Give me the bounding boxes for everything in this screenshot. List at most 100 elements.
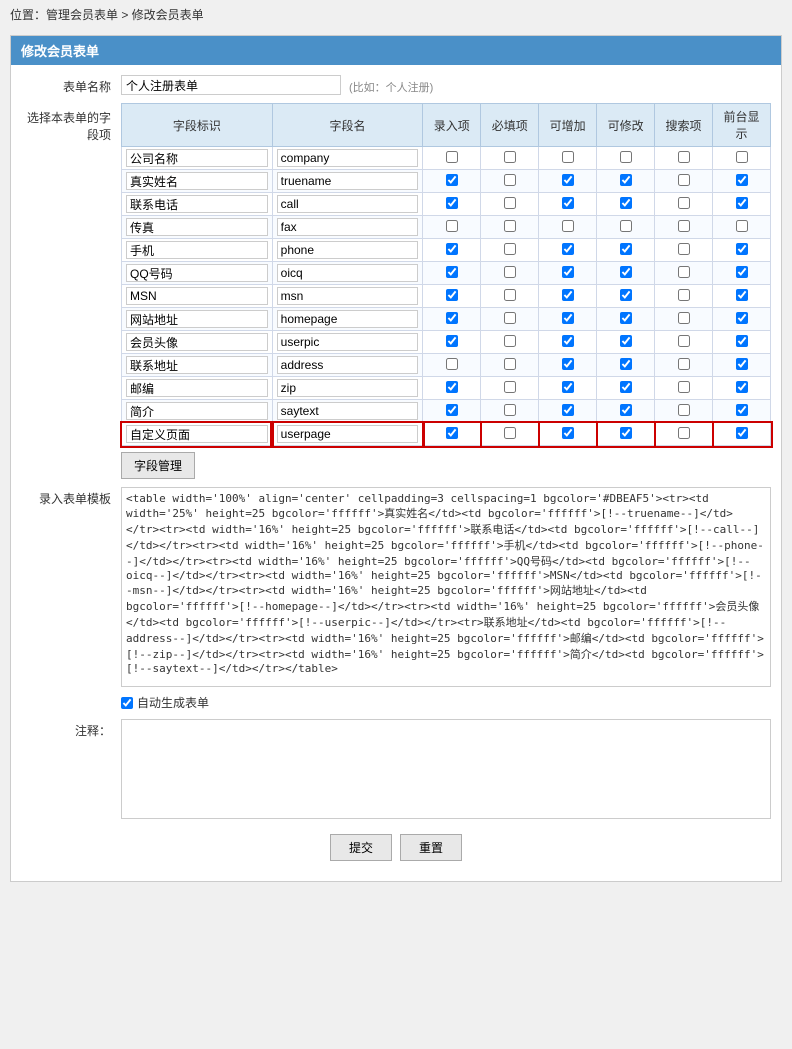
checkbox-input[interactable]	[446, 174, 458, 186]
field-label-input[interactable]	[126, 241, 268, 259]
field-name-input[interactable]	[277, 287, 419, 305]
checkbox-edit[interactable]	[620, 312, 632, 324]
checkbox-front[interactable]	[736, 197, 748, 209]
checkbox-add[interactable]	[562, 381, 574, 393]
checkbox-required[interactable]	[504, 151, 516, 163]
checkbox-input[interactable]	[446, 289, 458, 301]
field-name-input[interactable]	[277, 149, 419, 167]
checkbox-required[interactable]	[504, 197, 516, 209]
checkbox-input[interactable]	[446, 243, 458, 255]
checkbox-required[interactable]	[504, 312, 516, 324]
checkbox-input[interactable]	[446, 381, 458, 393]
checkbox-add[interactable]	[562, 312, 574, 324]
checkbox-front[interactable]	[736, 358, 748, 370]
checkbox-add[interactable]	[562, 151, 574, 163]
reset-button[interactable]: 重置	[400, 834, 462, 861]
field-name-input[interactable]	[277, 425, 419, 443]
field-name-input[interactable]	[277, 333, 419, 351]
checkbox-edit[interactable]	[620, 335, 632, 347]
checkbox-edit[interactable]	[620, 381, 632, 393]
field-label-input[interactable]	[126, 310, 268, 328]
checkbox-required[interactable]	[504, 335, 516, 347]
checkbox-front[interactable]	[736, 289, 748, 301]
checkbox-edit[interactable]	[620, 266, 632, 278]
checkbox-front[interactable]	[736, 335, 748, 347]
checkbox-input[interactable]	[446, 312, 458, 324]
checkbox-add[interactable]	[562, 197, 574, 209]
checkbox-front[interactable]	[736, 174, 748, 186]
manage-fields-button[interactable]: 字段管理	[121, 452, 195, 479]
checkbox-search[interactable]	[678, 151, 690, 163]
checkbox-add[interactable]	[562, 335, 574, 347]
checkbox-front[interactable]	[736, 312, 748, 324]
checkbox-front[interactable]	[736, 404, 748, 416]
checkbox-front[interactable]	[736, 151, 748, 163]
field-label-input[interactable]	[126, 402, 268, 420]
field-name-input[interactable]	[277, 379, 419, 397]
checkbox-search[interactable]	[678, 197, 690, 209]
field-name-input[interactable]	[277, 264, 419, 282]
field-label-input[interactable]	[126, 287, 268, 305]
checkbox-add[interactable]	[562, 220, 574, 232]
checkbox-edit[interactable]	[620, 197, 632, 209]
checkbox-search[interactable]	[678, 312, 690, 324]
checkbox-search[interactable]	[678, 381, 690, 393]
checkbox-add[interactable]	[562, 404, 574, 416]
form-name-input[interactable]	[121, 75, 341, 95]
field-label-input[interactable]	[126, 264, 268, 282]
checkbox-front[interactable]	[736, 381, 748, 393]
field-label-input[interactable]	[126, 195, 268, 213]
checkbox-required[interactable]	[504, 427, 516, 439]
submit-button[interactable]: 提交	[330, 834, 392, 861]
checkbox-front[interactable]	[736, 427, 748, 439]
template-textarea[interactable]	[121, 487, 771, 687]
checkbox-search[interactable]	[678, 427, 690, 439]
field-name-input[interactable]	[277, 402, 419, 420]
checkbox-add[interactable]	[562, 266, 574, 278]
checkbox-input[interactable]	[446, 335, 458, 347]
checkbox-required[interactable]	[504, 243, 516, 255]
checkbox-search[interactable]	[678, 335, 690, 347]
checkbox-edit[interactable]	[620, 358, 632, 370]
checkbox-input[interactable]	[446, 404, 458, 416]
checkbox-input[interactable]	[446, 427, 458, 439]
checkbox-edit[interactable]	[620, 151, 632, 163]
checkbox-input[interactable]	[446, 197, 458, 209]
checkbox-edit[interactable]	[620, 174, 632, 186]
checkbox-required[interactable]	[504, 174, 516, 186]
checkbox-add[interactable]	[562, 289, 574, 301]
note-textarea[interactable]	[121, 719, 771, 819]
checkbox-search[interactable]	[678, 404, 690, 416]
checkbox-add[interactable]	[562, 427, 574, 439]
auto-generate-checkbox[interactable]	[121, 697, 133, 709]
field-label-input[interactable]	[126, 379, 268, 397]
field-name-input[interactable]	[277, 356, 419, 374]
checkbox-required[interactable]	[504, 266, 516, 278]
checkbox-add[interactable]	[562, 243, 574, 255]
checkbox-required[interactable]	[504, 358, 516, 370]
checkbox-edit[interactable]	[620, 427, 632, 439]
checkbox-search[interactable]	[678, 243, 690, 255]
field-name-input[interactable]	[277, 218, 419, 236]
checkbox-required[interactable]	[504, 220, 516, 232]
checkbox-add[interactable]	[562, 358, 574, 370]
checkbox-input[interactable]	[446, 266, 458, 278]
checkbox-edit[interactable]	[620, 289, 632, 301]
field-name-input[interactable]	[277, 241, 419, 259]
checkbox-input[interactable]	[446, 151, 458, 163]
checkbox-input[interactable]	[446, 358, 458, 370]
checkbox-front[interactable]	[736, 266, 748, 278]
field-label-input[interactable]	[126, 149, 268, 167]
checkbox-required[interactable]	[504, 404, 516, 416]
field-name-input[interactable]	[277, 172, 419, 190]
checkbox-front[interactable]	[736, 243, 748, 255]
checkbox-search[interactable]	[678, 174, 690, 186]
checkbox-search[interactable]	[678, 358, 690, 370]
field-label-input[interactable]	[126, 333, 268, 351]
checkbox-required[interactable]	[504, 381, 516, 393]
field-label-input[interactable]	[126, 172, 268, 190]
field-label-input[interactable]	[126, 356, 268, 374]
checkbox-search[interactable]	[678, 220, 690, 232]
checkbox-front[interactable]	[736, 220, 748, 232]
checkbox-search[interactable]	[678, 289, 690, 301]
